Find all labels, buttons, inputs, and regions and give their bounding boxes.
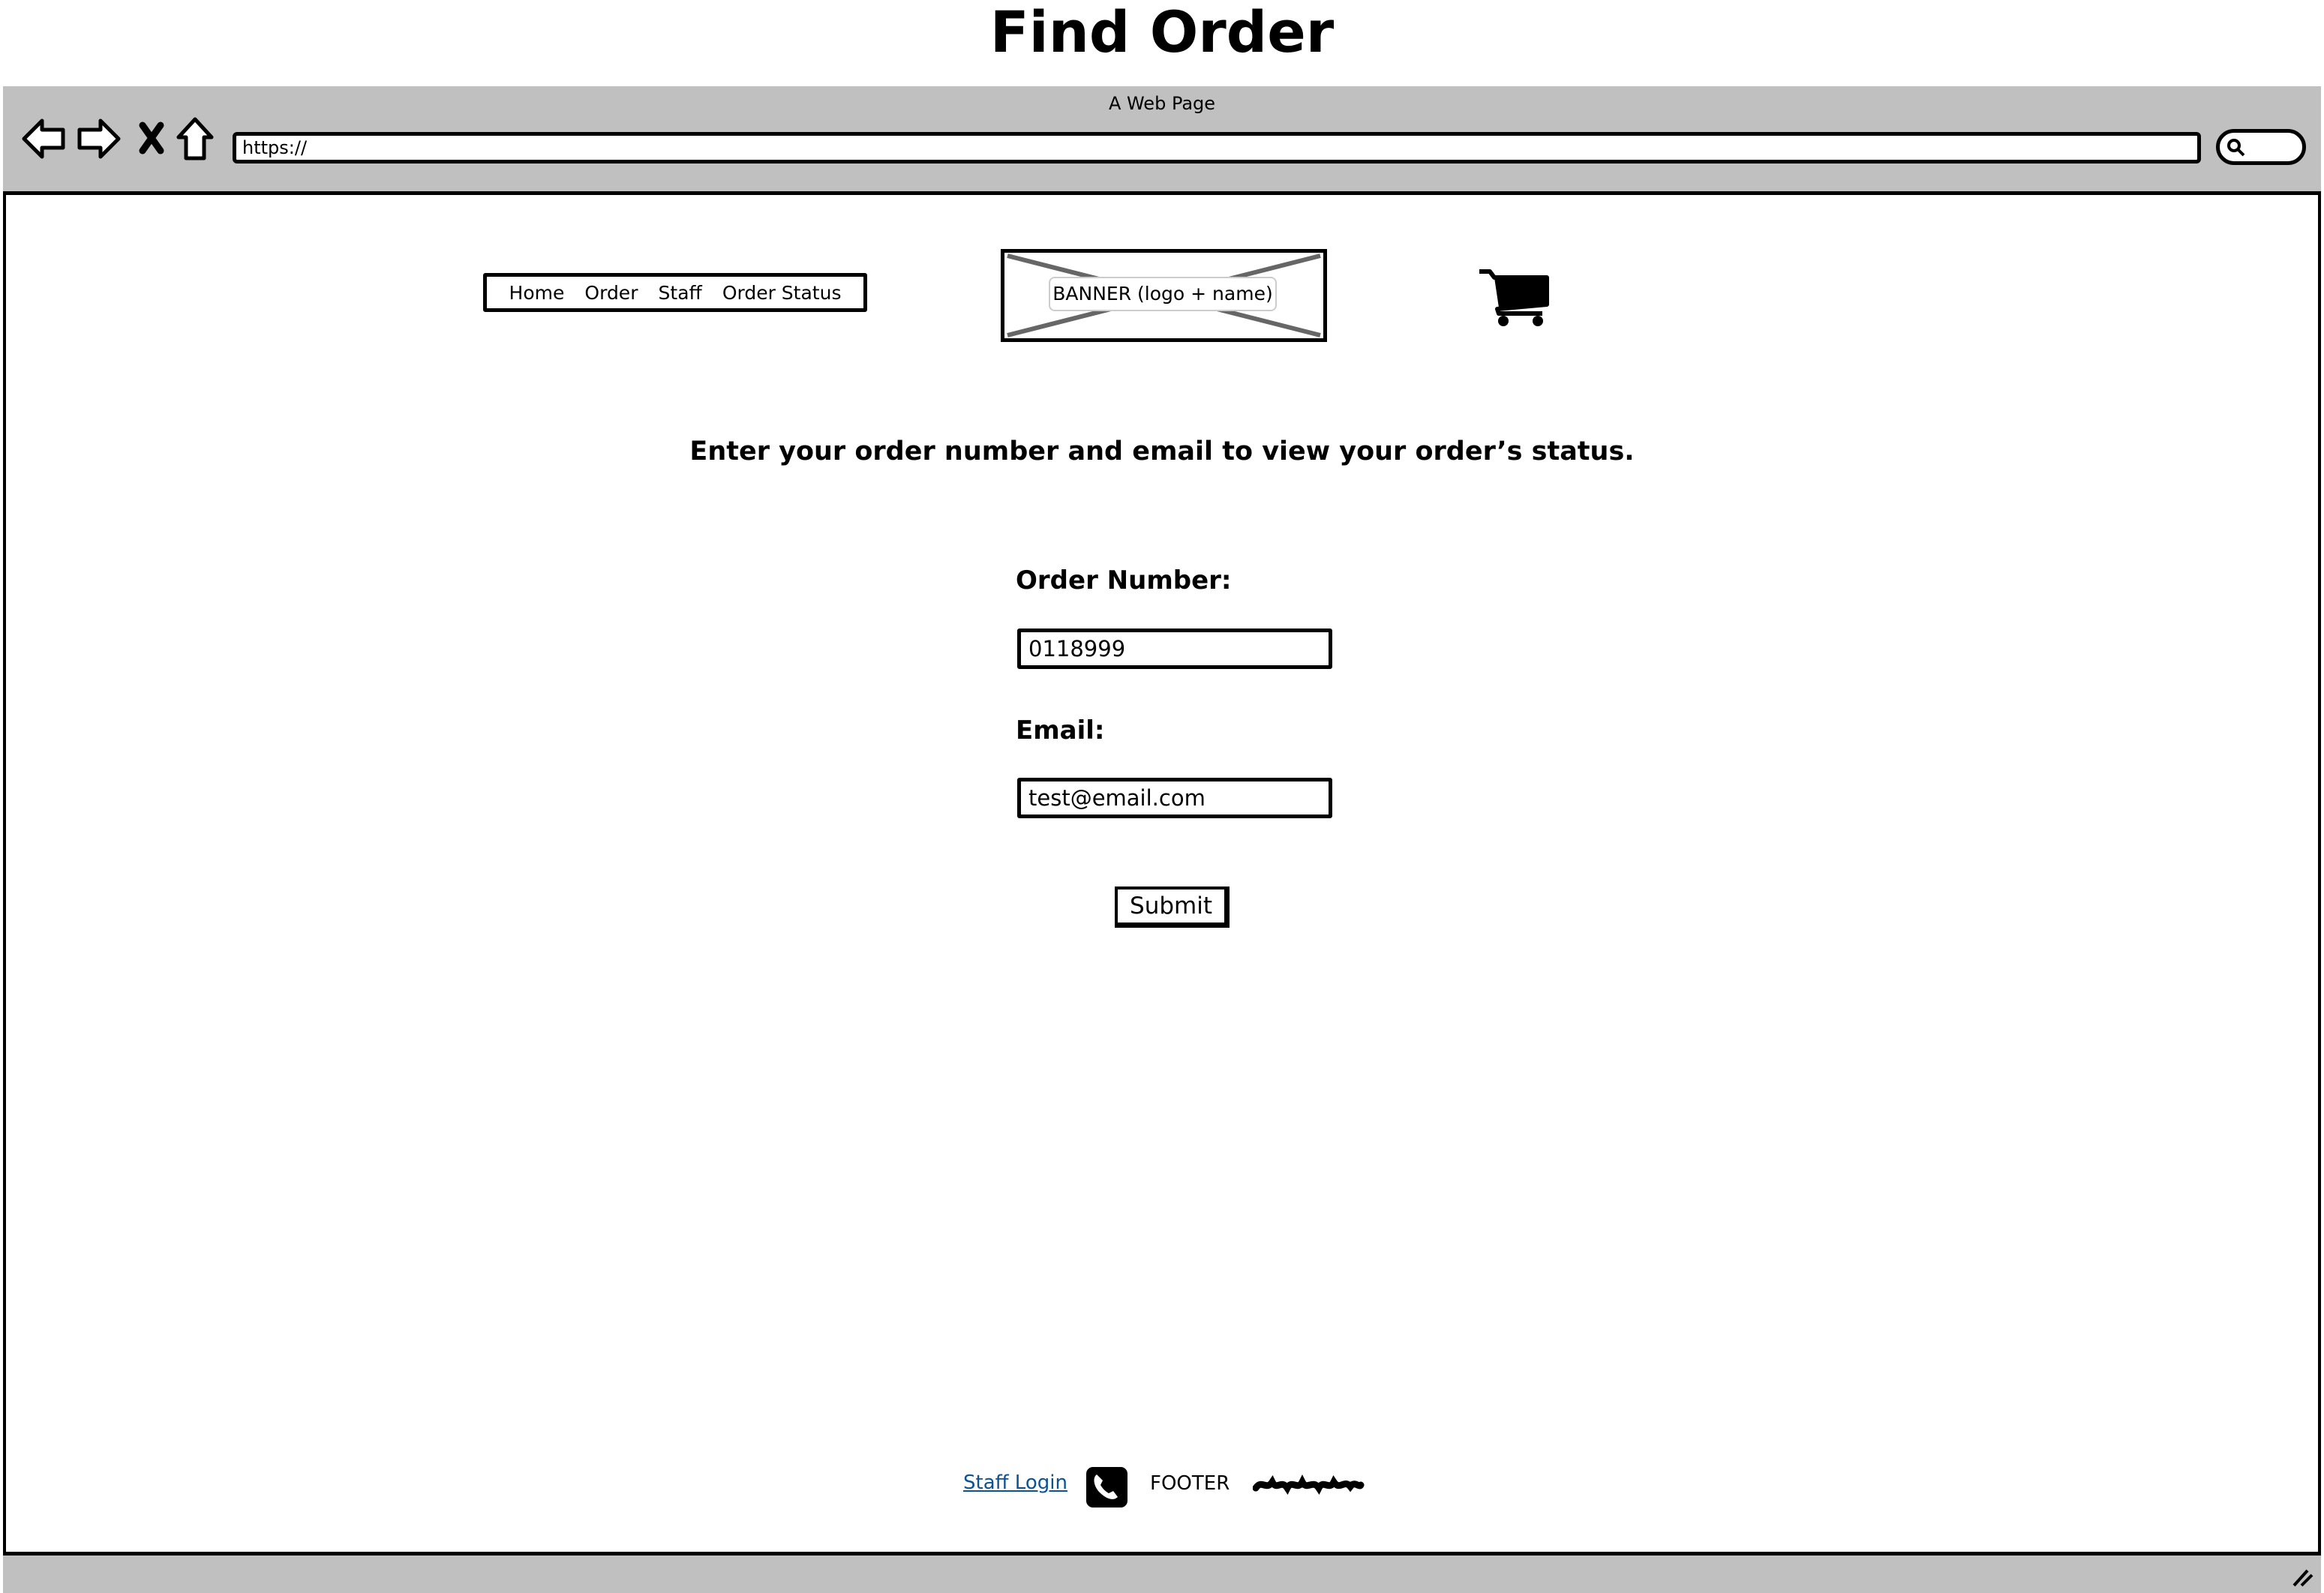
forward-icon[interactable] [77, 118, 121, 159]
url-bar[interactable]: https:// [233, 132, 2201, 164]
resize-grip-icon[interactable] [2291, 1566, 2313, 1587]
footer-text: FOOTER [1150, 1472, 1230, 1495]
order-number-input[interactable]: 0118999 [1017, 628, 1332, 669]
instructions-heading: Enter your order number and email to vie… [689, 436, 1635, 466]
submit-button[interactable]: Submit [1115, 886, 1230, 928]
banner-label: BANNER (logo + name) [1049, 277, 1277, 311]
staff-login-link[interactable]: Staff Login [963, 1472, 1067, 1494]
home-icon[interactable] [176, 117, 214, 160]
nav-menu: Home Order Staff Order Status [483, 273, 867, 312]
email-label: Email: [1016, 716, 1105, 746]
order-number-label: Order Number: [1016, 566, 1232, 596]
email-input[interactable]: test@email.com [1017, 778, 1332, 818]
phone-icon [1086, 1467, 1127, 1508]
page-title: Find Order [989, 0, 1335, 65]
status-bar [3, 1552, 2321, 1593]
nav-item-order-status[interactable]: Order Status [722, 282, 842, 304]
back-icon[interactable] [22, 118, 65, 159]
search-icon [2227, 139, 2245, 157]
shopping-cart-icon[interactable] [1478, 267, 1550, 328]
browser-search[interactable] [2216, 129, 2306, 165]
stop-icon[interactable] [139, 122, 164, 154]
nav-item-home[interactable]: Home [509, 282, 565, 304]
scribble-icon [1253, 1474, 1365, 1495]
window-title: A Web Page [1108, 93, 1216, 114]
phone-glyph [1094, 1474, 1118, 1499]
browser-nav-icons [22, 117, 214, 160]
nav-item-order[interactable]: Order [584, 282, 638, 304]
nav-item-staff[interactable]: Staff [659, 282, 702, 304]
